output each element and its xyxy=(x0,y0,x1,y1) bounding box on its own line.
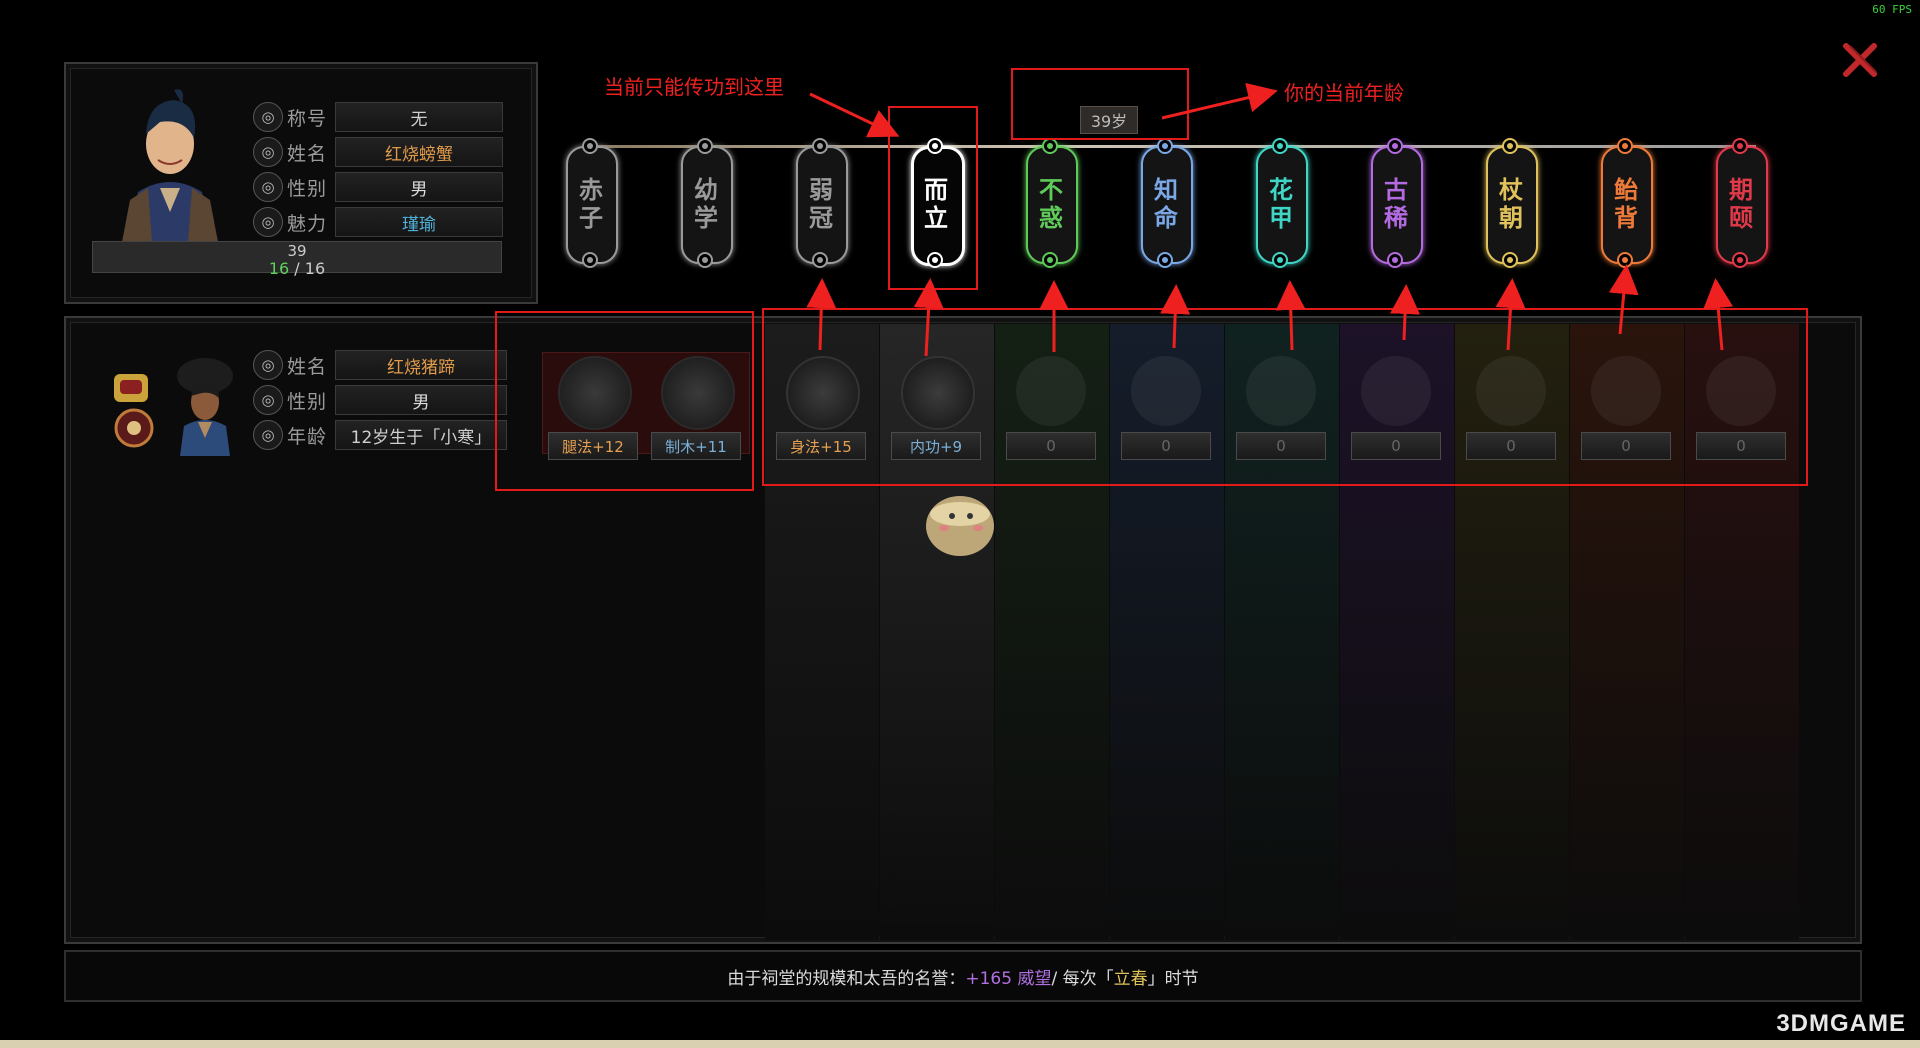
footer-info: 由于祠堂的规模和太吾的名誉： +165 威望 / 每次「 立春 」时节 xyxy=(64,950,1862,1002)
footer-prefix: 由于祠堂的规模和太吾的名誉： xyxy=(727,968,966,989)
footer-season: 立春 xyxy=(1113,968,1148,989)
taskbar xyxy=(0,1040,1920,1048)
footer-mid: / 每次「 xyxy=(1051,968,1114,989)
mascot-icon xyxy=(910,484,1006,564)
footer-prestige: +165 威望 xyxy=(965,968,1052,989)
watermark: 3DMGAME xyxy=(1776,1010,1906,1037)
footer-suffix: 」时节 xyxy=(1147,968,1199,989)
